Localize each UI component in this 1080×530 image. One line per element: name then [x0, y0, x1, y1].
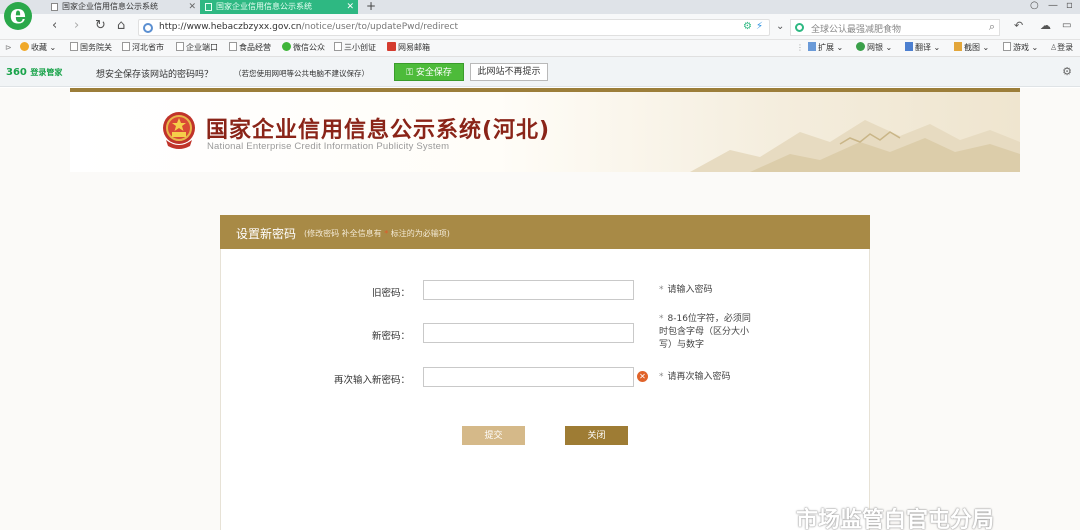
minimize-icon[interactable]: —	[1048, 0, 1058, 11]
home-icon[interactable]: ⌂	[117, 19, 125, 33]
address-bar[interactable]: http://www.hebaczbzyxx.gov.cn/notice/use…	[138, 19, 770, 36]
watermark: 市场监管白官屯分局	[762, 502, 994, 530]
new-password-hint: * 8-16位字符，必须同时包含字母（区分大小写）与数字	[659, 314, 751, 350]
translate-button[interactable]: 翻译 ⌄	[905, 42, 940, 54]
key-icon: ⚿	[406, 68, 413, 78]
search-engine-icon	[795, 23, 804, 32]
error-icon: ✕	[637, 371, 648, 382]
bank-button[interactable]: 网银 ⌄	[856, 42, 892, 54]
tab-active[interactable]: 国家企业信用信息公示系统 ✕	[200, 0, 358, 14]
restore-icon[interactable]: ○	[1030, 0, 1039, 11]
back-icon[interactable]: ‹	[52, 19, 57, 33]
url-host: http://www.hebaczbzyxx.gov.cn	[159, 22, 302, 32]
form-title: 设置新密码	[236, 227, 297, 241]
close-window-icon[interactable]: ▫	[1066, 0, 1073, 11]
screenshot-button[interactable]: 截图 ⌄	[954, 42, 989, 54]
old-password-hint: * 请输入密码	[659, 285, 713, 295]
password-save-notice: 360 登录管家 想安全保存该网站的密码吗？ （若您使用网吧等公共电脑不建议保存…	[0, 57, 1080, 87]
great-wall-illustration	[690, 120, 1020, 172]
page-icon	[229, 42, 237, 51]
url-path: /notice/user/to/updatePwd/redirect	[301, 22, 459, 32]
page-icon	[70, 42, 78, 51]
required-star: *	[384, 229, 389, 238]
dont-remind-button[interactable]: 此网站不再提示	[470, 63, 548, 81]
games-button[interactable]: 游戏 ⌄	[1003, 42, 1038, 54]
site-subtitle: National Enterprise Credit Information P…	[207, 141, 450, 152]
notice-question: 想安全保存该网站的密码吗？	[96, 70, 214, 80]
bookmarks-toggle-icon[interactable]: ⊳	[5, 42, 12, 54]
mail-icon	[387, 42, 396, 51]
old-password-input[interactable]	[423, 280, 634, 300]
tab-inactive[interactable]: 国家企业信用信息公示系统 ✕	[46, 0, 200, 14]
browser-logo-icon: e	[4, 2, 32, 30]
close-icon[interactable]: ✕	[188, 0, 196, 14]
scissors-icon	[954, 42, 962, 51]
secure-save-button[interactable]: ⚿ 安全保存	[394, 63, 464, 81]
login-button[interactable]: ♙登录	[1050, 42, 1073, 54]
security-icon[interactable]: ⚙	[743, 21, 752, 32]
undo-icon[interactable]: ↶	[1014, 19, 1023, 33]
wechat-icon	[282, 42, 291, 51]
confirm-password-label: 再次输入新密码：	[333, 375, 410, 386]
wechat-icon	[763, 510, 789, 530]
notice-tip: （若您使用网吧等公共电脑不建议保存）	[234, 69, 369, 78]
gamepad-icon	[1003, 42, 1011, 51]
bookmark-item[interactable]: 国务院关	[70, 42, 112, 54]
page-icon	[334, 42, 342, 51]
confirm-password-input[interactable]	[423, 367, 634, 387]
translate-icon	[905, 42, 913, 51]
site-title: 国家企业信用信息公示系统(河北)	[206, 118, 551, 143]
bookmark-item[interactable]: 食品经营	[229, 42, 271, 54]
star-icon	[20, 42, 29, 51]
navigation-bar: ‹ › ↻ ⌂ http://www.hebaczbzyxx.gov.cn/no…	[0, 14, 1080, 40]
refresh-icon[interactable]: ↻	[95, 19, 106, 33]
cloud-icon[interactable]: ☁	[1040, 19, 1051, 33]
save-page-icon[interactable]: ▭	[1062, 19, 1071, 33]
new-password-input[interactable]	[423, 323, 634, 343]
close-icon[interactable]: ✕	[346, 0, 354, 14]
extension-icon	[808, 42, 816, 51]
search-icon[interactable]: ⌕	[989, 20, 995, 34]
globe-icon	[143, 23, 153, 33]
submit-button[interactable]: 提交	[462, 426, 525, 445]
close-button[interactable]: 关闭	[565, 426, 628, 445]
bookmarks-bar: ⊳ 收藏 ⌄ 国务院关 河北省市 企业端口 食品经营 微信公众 三小创证 网易邮…	[0, 40, 1080, 57]
old-password-label: 旧密码：	[371, 288, 410, 299]
search-box[interactable]: 全球公认最强减肥食物 ⌕	[790, 19, 1000, 36]
extensions-button[interactable]: 扩展 ⌄	[808, 42, 843, 54]
bank-icon	[856, 42, 865, 51]
tab-title: 国家企业信用信息公示系统	[62, 2, 158, 11]
bookmark-item[interactable]: 网易邮箱	[387, 42, 430, 54]
new-password-label: 新密码：	[371, 331, 410, 342]
search-input[interactable]: 全球公认最强减肥食物	[811, 22, 901, 35]
national-emblem-icon	[163, 112, 195, 149]
bookmark-item[interactable]: 微信公众	[282, 42, 325, 54]
lightning-icon[interactable]: ⚡	[756, 21, 763, 32]
chevron-down-icon[interactable]: ⌄	[776, 20, 784, 34]
bookmark-item[interactable]: 河北省市	[122, 42, 164, 54]
more-icon[interactable]: ⋮	[796, 42, 804, 54]
brand-360-logo: 360 登录管家	[6, 67, 63, 78]
page-icon	[176, 42, 184, 51]
tab-bar: 国家企业信用信息公示系统 ✕ 国家企业信用信息公示系统 ✕ + ○ — ▫	[0, 0, 1080, 14]
url-text[interactable]: http://www.hebaczbzyxx.gov.cn/notice/use…	[159, 22, 458, 32]
forward-icon[interactable]: ›	[74, 19, 79, 33]
page-icon	[122, 42, 130, 51]
page-icon	[205, 3, 212, 11]
bookmark-item[interactable]: 三小创证	[334, 42, 376, 54]
confirm-password-hint: * 请再次输入密码	[659, 372, 731, 382]
gear-icon[interactable]: ⚙	[1062, 65, 1072, 78]
page-icon	[51, 3, 58, 11]
form-hint: (修改密码 补全信息有 * 标注的为必输项)	[304, 229, 450, 238]
tab-title: 国家企业信用信息公示系统	[216, 2, 312, 11]
bookmark-favorites[interactable]: 收藏 ⌄	[20, 42, 56, 54]
new-tab-button[interactable]: +	[366, 0, 376, 13]
bookmark-item[interactable]: 企业端口	[176, 42, 218, 54]
